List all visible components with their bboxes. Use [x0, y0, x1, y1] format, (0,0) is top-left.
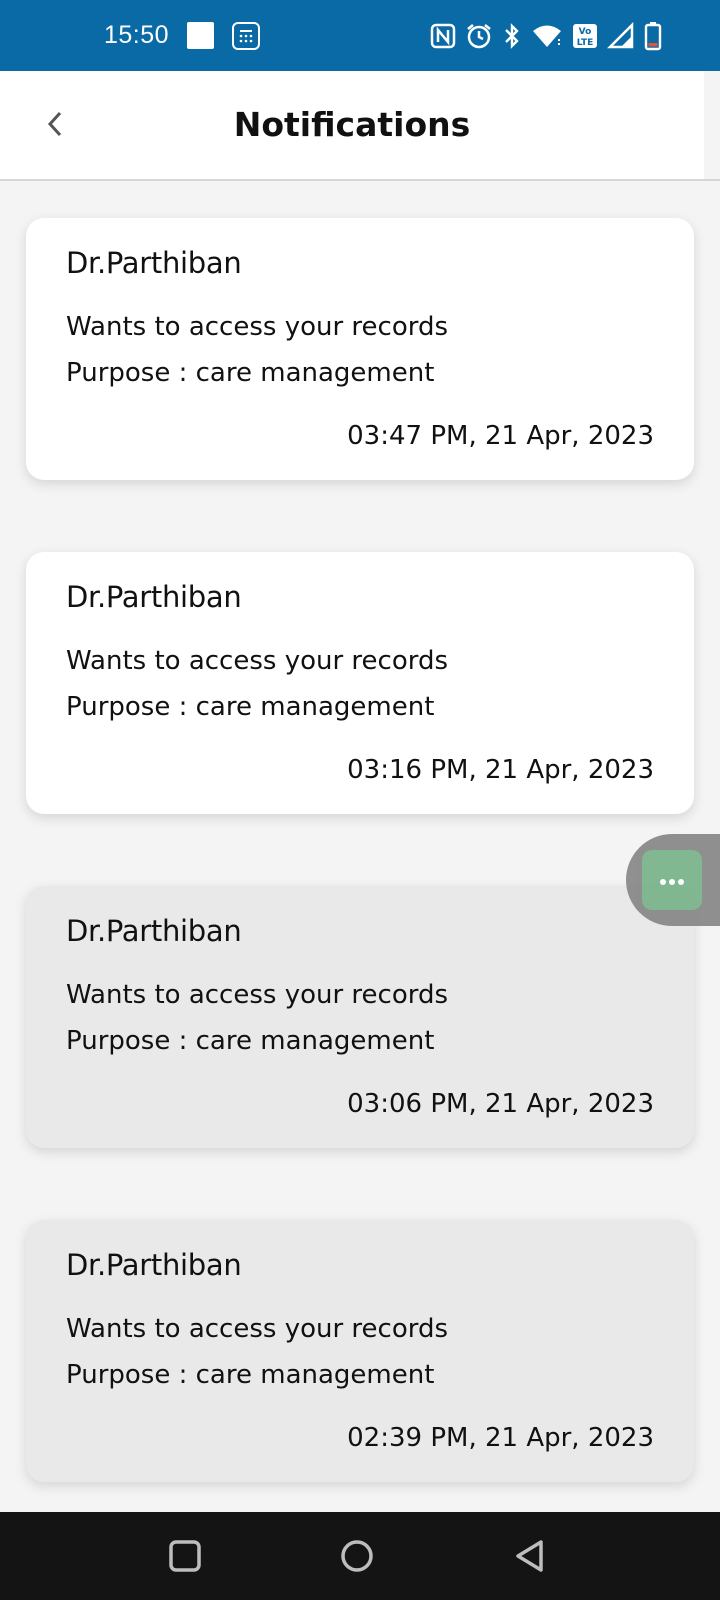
wifi-icon: [531, 23, 563, 49]
signal-icon: [607, 21, 635, 50]
notification-purpose: Purpose : care management: [66, 1360, 435, 1390]
notification-square-icon: [187, 22, 215, 49]
nfc-icon: [430, 23, 456, 49]
svg-text:LTE: LTE: [577, 38, 594, 48]
app-header: Notifications: [0, 71, 704, 181]
notification-sender: Dr.Parthiban: [66, 580, 242, 614]
notification-sender: Dr.Parthiban: [66, 246, 242, 280]
alarm-icon: [465, 22, 493, 50]
notification-time: 03:16 PM, 21 Apr, 2023: [347, 755, 654, 785]
back-triangle-icon: [513, 1538, 547, 1578]
system-nav-bar: [0, 1512, 720, 1600]
bluetooth-icon: [502, 22, 522, 50]
notification-card[interactable]: Dr.Parthiban Wants to access your record…: [26, 552, 694, 814]
notification-purpose: Purpose : care management: [66, 358, 435, 388]
page-title: Notifications: [233, 105, 471, 144]
header-edge: [704, 71, 720, 181]
notification-purpose: Purpose : care management: [66, 692, 435, 722]
battery-icon: [644, 21, 662, 51]
notification-message: Wants to access your records: [66, 312, 449, 342]
recents-square-icon: [168, 1539, 202, 1577]
notification-card[interactable]: Dr.Parthiban Wants to access your record…: [26, 1220, 694, 1482]
status-right: Vo LTE: [430, 0, 662, 71]
floating-assistant-button[interactable]: [626, 834, 720, 926]
recents-button[interactable]: [165, 1538, 205, 1578]
notification-time: 02:39 PM, 21 Apr, 2023: [347, 1423, 654, 1453]
svg-text:Vo: Vo: [579, 27, 592, 37]
notification-card[interactable]: Dr.Parthiban Wants to access your record…: [26, 218, 694, 480]
back-nav-button[interactable]: [510, 1538, 550, 1578]
floating-button-inner: [642, 850, 702, 910]
notification-sender: Dr.Parthiban: [66, 1248, 242, 1282]
notification-sender: Dr.Parthiban: [66, 914, 242, 948]
volte-icon: Vo LTE: [572, 23, 598, 49]
notification-message: Wants to access your records: [66, 1314, 449, 1344]
notification-time: 03:47 PM, 21 Apr, 2023: [347, 421, 654, 451]
notification-message: Wants to access your records: [66, 646, 449, 676]
home-circle-icon: [339, 1538, 375, 1578]
status-time: 15:50: [104, 21, 170, 49]
notification-message: Wants to access your records: [66, 980, 449, 1010]
calculator-icon: [232, 21, 261, 50]
notification-purpose: Purpose : care management: [66, 1026, 435, 1056]
notification-card[interactable]: Dr.Parthiban Wants to access your record…: [26, 886, 694, 1148]
status-left: 15:50: [104, 0, 261, 71]
status-bar: 15:50 Vo LTE: [0, 0, 720, 71]
more-horizontal-icon: [659, 871, 685, 890]
notification-time: 03:06 PM, 21 Apr, 2023: [347, 1089, 654, 1119]
home-button[interactable]: [337, 1538, 377, 1578]
